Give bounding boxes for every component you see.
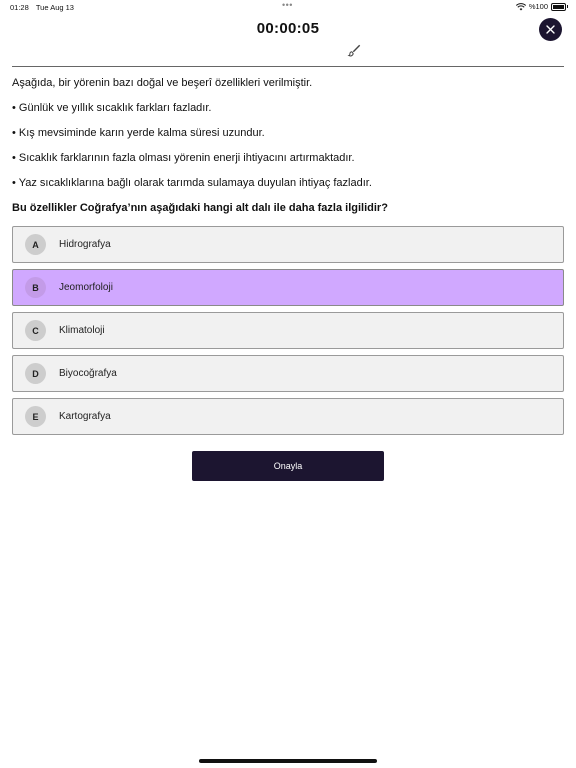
question-bullet: • Yaz sıcaklıklarına bağlı olarak tarımd…	[12, 177, 372, 189]
status-right: %100	[515, 2, 568, 11]
timer: 00:00:05	[256, 20, 320, 37]
battery-icon	[551, 2, 568, 11]
status-time: 01:28	[10, 3, 29, 12]
multitasking-dots-icon[interactable]: •••	[282, 0, 293, 10]
option-label: Klimatoloji	[59, 325, 105, 336]
question-bullet: • Sıcaklık farklarının fazla olması yöre…	[12, 152, 355, 164]
status-left: 01:28 Tue Aug 13	[10, 3, 74, 12]
option-letter-badge: D	[25, 363, 46, 384]
option-letter-badge: E	[25, 406, 46, 427]
option-e[interactable]: E Kartografya	[12, 398, 564, 435]
question-bullet: • Kış mevsiminde karın yerde kalma süres…	[12, 127, 265, 139]
question-bullet: • Günlük ve yıllık sıcaklık farkları faz…	[12, 102, 212, 114]
option-letter-badge: B	[25, 277, 46, 298]
option-c[interactable]: C Klimatoloji	[12, 312, 564, 349]
close-icon	[546, 25, 555, 34]
option-d[interactable]: D Biyocoğrafya	[12, 355, 564, 392]
close-button[interactable]	[539, 18, 562, 41]
wifi-icon	[515, 2, 526, 10]
option-b[interactable]: B Jeomorfoloji	[12, 269, 564, 306]
status-bar: 01:28 Tue Aug 13 ••• %100	[0, 0, 576, 14]
question-block: Aşağıda, bir yörenin bazı doğal ve beşer…	[12, 76, 564, 215]
option-letter-badge: C	[25, 320, 46, 341]
confirm-button[interactable]: Onayla	[192, 451, 384, 481]
home-indicator[interactable]	[199, 759, 377, 763]
option-a[interactable]: A Hidrografya	[12, 226, 564, 263]
question-prompt: Bu özellikler Coğrafya’nın aşağıdaki han…	[12, 202, 388, 214]
brush-icon[interactable]	[346, 42, 362, 58]
answer-options: A Hidrografya B Jeomorfoloji C Klimatolo…	[12, 226, 564, 441]
question-intro: Aşağıda, bir yörenin bazı doğal ve beşer…	[12, 77, 313, 89]
battery-percent: %100	[528, 2, 548, 11]
option-label: Hidrografya	[59, 239, 111, 250]
option-letter-badge: A	[25, 234, 46, 255]
option-label: Biyocoğrafya	[59, 368, 117, 379]
header-divider	[12, 66, 564, 67]
option-label: Jeomorfoloji	[59, 282, 113, 293]
option-label: Kartografya	[59, 411, 111, 422]
status-date: Tue Aug 13	[35, 3, 74, 12]
